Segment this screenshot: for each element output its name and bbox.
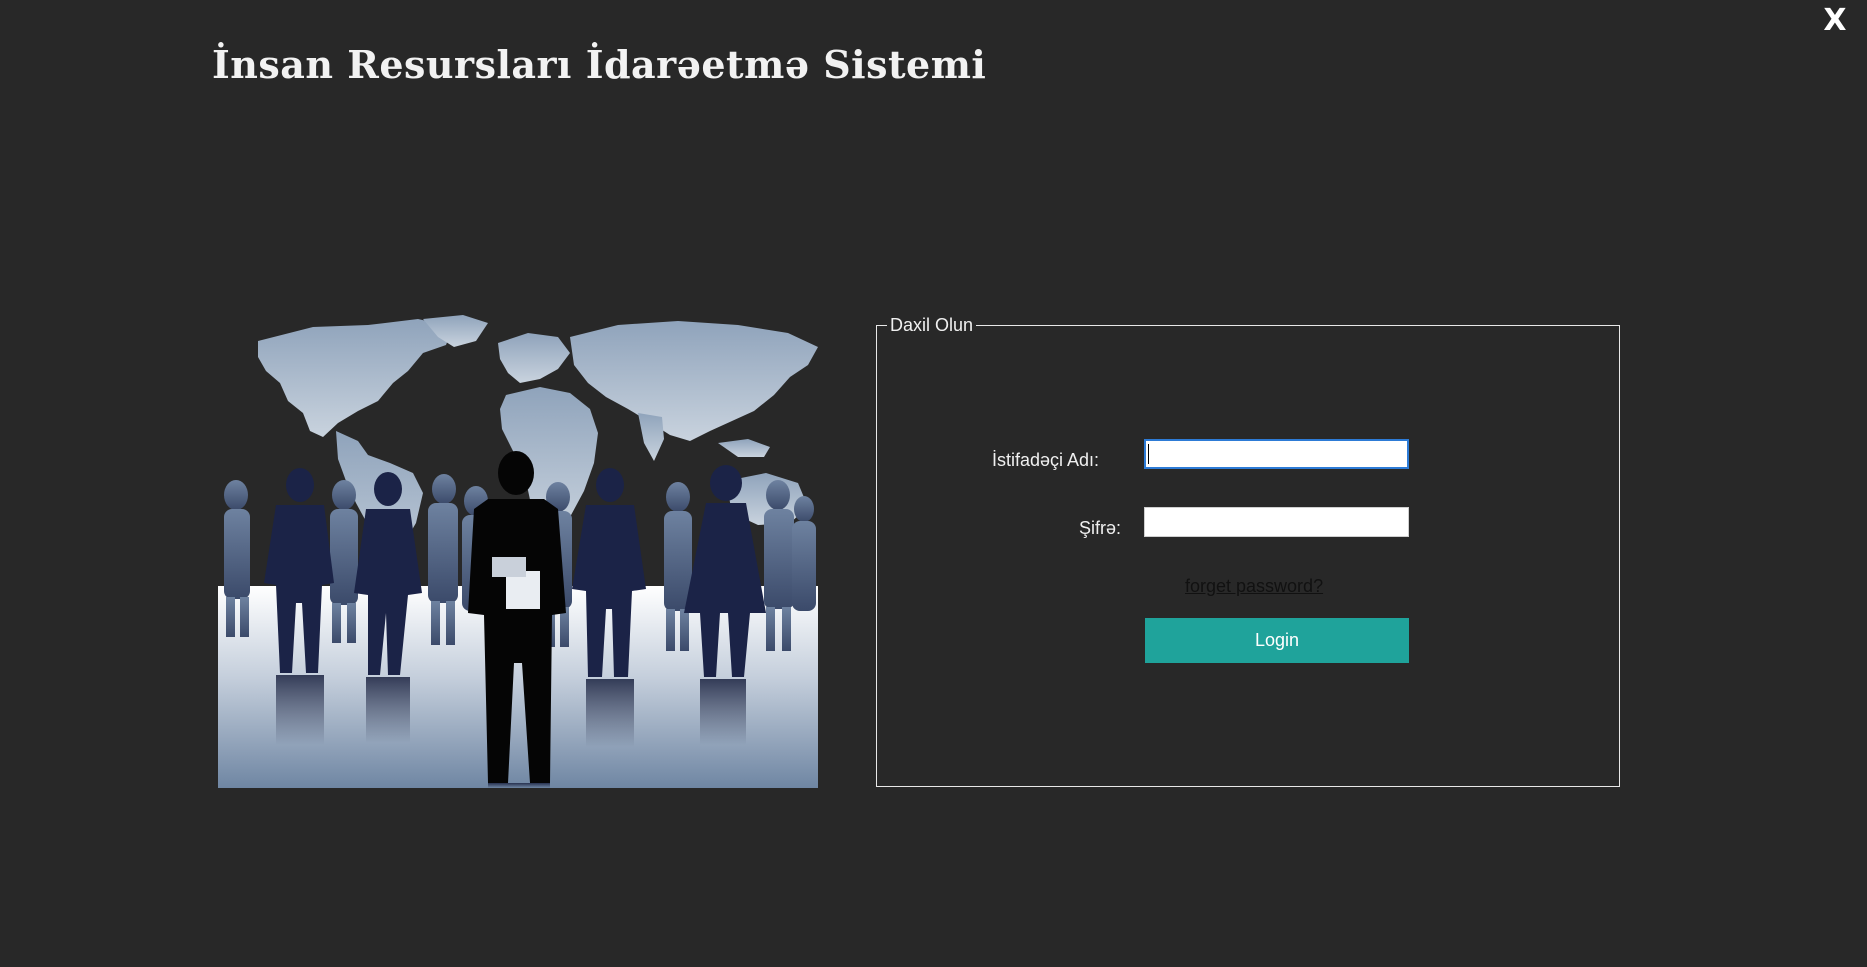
close-button[interactable]: X — [1817, 2, 1853, 38]
username-label: İstifadəçi Adı: — [991, 450, 1099, 470]
app-title: İnsan Resursları İdarəetmə Sistemi — [212, 42, 987, 87]
login-button[interactable]: Login — [1145, 618, 1409, 663]
password-input[interactable] — [1144, 507, 1409, 537]
username-input[interactable] — [1144, 439, 1409, 469]
login-group-legend: Daxil Olun — [887, 315, 977, 336]
login-groupbox: Daxil Olun İstifadəçi Adı: Şifrə: forget… — [876, 315, 1620, 787]
forgot-password-link[interactable]: forget password? — [1185, 576, 1323, 597]
password-label: Şifrə: — [1078, 518, 1121, 538]
hero-illustration — [218, 313, 818, 788]
login-window: X İnsan Resursları İdarəetmə Sistemi Dax… — [0, 0, 1867, 967]
text-caret — [1148, 444, 1149, 464]
